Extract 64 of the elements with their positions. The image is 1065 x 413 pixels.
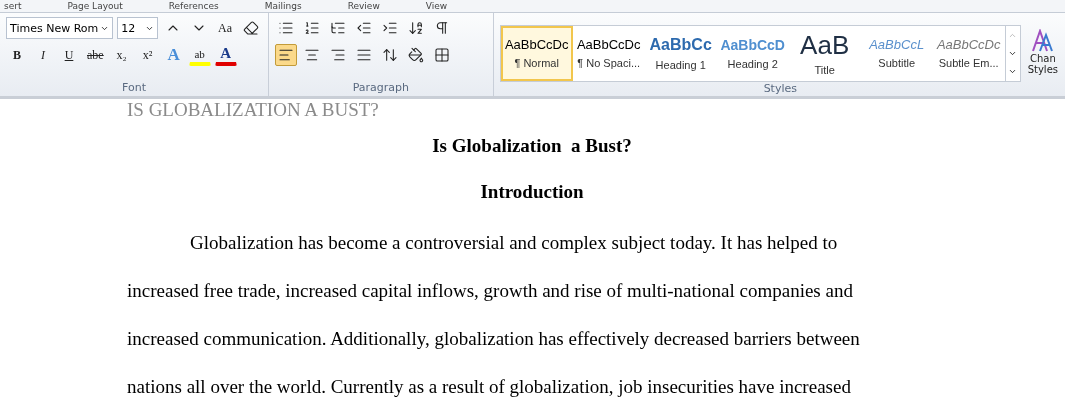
section-heading: Introduction: [479, 181, 585, 203]
style-name: Heading 2: [727, 57, 778, 70]
font-size-field[interactable]: 12: [117, 17, 158, 39]
paragraph-tool-icon: [408, 20, 424, 36]
running-header: IS GLOBALIZATION A BUST?: [127, 99, 380, 121]
ribbon-tab[interactable]: sert: [4, 1, 22, 11]
style-item[interactable]: AaB Title: [788, 26, 861, 81]
ribbon-tab[interactable]: References: [168, 1, 219, 11]
change-styles-button[interactable]: Chan Styles: [1024, 23, 1061, 81]
align-button[interactable]: [275, 44, 297, 66]
style-sample: AaBbCcDc: [576, 38, 641, 51]
change-case-button[interactable]: Aa: [214, 17, 236, 39]
font-name-field[interactable]: Times New Rom: [6, 17, 114, 39]
style-sample: AaBbCcD: [720, 37, 785, 52]
paragraph-tool-icon: [304, 20, 320, 36]
eraser-icon: [243, 20, 259, 36]
ribbon-tab[interactable]: Review: [347, 1, 380, 11]
align-icon: [356, 47, 372, 63]
style-name: Subtitle: [878, 57, 915, 69]
paragraph-tool-icon: [382, 20, 398, 36]
paragraph-tool-icon: [356, 20, 372, 36]
paragraph-tool-icon: [434, 47, 450, 63]
align-icon: [278, 47, 294, 63]
body-paragraph: Globalization has become a controversial and complex subject today. It has helped to increased free trade, increased capital inflows, growth and rise of multi-national companies and increased communication. Additionally, globalization has effectively decreased barriers between nations all over the world. Currently as a result of globalization, job insecurities have increased: [127, 231, 861, 399]
group-label: Paragraph: [351, 81, 410, 96]
format-button[interactable]: U: [58, 44, 80, 66]
ribbon-tab[interactable]: View: [425, 1, 448, 11]
highlight-button[interactable]: ab: [188, 44, 211, 66]
style-sample: AaBbCc: [649, 36, 712, 53]
group-label: Font: [121, 81, 147, 96]
style-name: ¶ No Spaci...: [577, 57, 641, 69]
paragraph-tool-icon: [330, 20, 346, 36]
paragraph-tool-icon: [382, 47, 398, 63]
style-item[interactable]: AaBbCcL Subtitle: [860, 26, 933, 81]
scroll-down-icon[interactable]: [1008, 49, 1018, 58]
align-icon: [330, 47, 346, 63]
paragraph-tool-icon: [278, 20, 294, 36]
style-name: Title: [814, 63, 835, 76]
style-name: Subtle Em...: [938, 57, 999, 69]
style-name: Heading 1: [655, 58, 706, 71]
paragraph-tool-icon: [434, 20, 450, 36]
style-item[interactable]: AaBbCcDc ¶ Normal: [500, 26, 573, 81]
style-item[interactable]: AaBbCcD Heading 2: [716, 26, 789, 81]
style-item[interactable]: AaBbCc Heading 1: [644, 26, 717, 81]
document-title: Is Globalization a Bust?: [431, 135, 633, 157]
paragraph-tool-icon: [408, 47, 424, 63]
style-sample: AaBbCcDc: [936, 38, 1001, 51]
style-item[interactable]: AaBbCcDc ¶ No Spaci...: [572, 26, 645, 81]
ribbon-tab[interactable]: Page Layout: [67, 1, 123, 11]
format-button[interactable]: abe: [84, 44, 107, 66]
style-item[interactable]: AaBbCcDc Subtle Em...: [932, 26, 1005, 81]
ribbon-tab[interactable]: Mailings: [264, 1, 302, 11]
style-sample: AaBbCcDc: [504, 38, 569, 51]
format-button[interactable]: x₂: [110, 44, 133, 66]
letters-icon: [1030, 29, 1055, 53]
format-button[interactable]: x²: [136, 44, 159, 66]
font-color-button[interactable]: A: [214, 44, 237, 66]
group-label: Styles: [762, 82, 798, 97]
format-button[interactable]: B: [6, 44, 28, 66]
align-icon: [304, 47, 320, 63]
style-sample: AaBbCcL: [869, 38, 925, 51]
style-name: ¶ Normal: [514, 57, 559, 69]
style-sample: AaB: [800, 31, 850, 58]
format-button[interactable]: I: [32, 44, 54, 66]
